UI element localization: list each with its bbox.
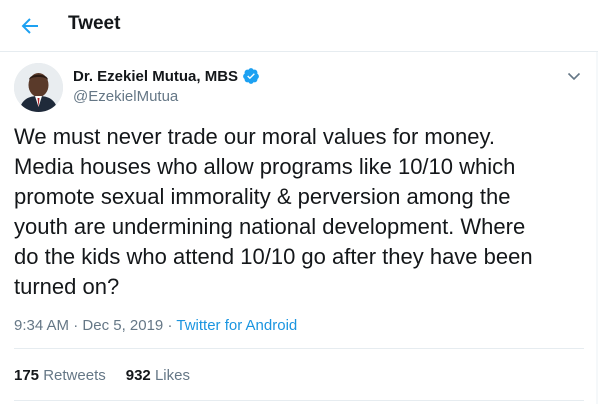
chevron-down-icon[interactable]: [566, 68, 582, 84]
verified-badge-icon: [243, 68, 259, 84]
author-name-text[interactable]: Dr. Ezekiel Mutua, MBS: [73, 68, 238, 85]
tweet-time[interactable]: 9:34 AM: [14, 317, 69, 334]
retweets-count: 175: [14, 367, 40, 384]
tweet-stats: 175 Retweets 932 Likes: [14, 367, 190, 384]
retweets-stat[interactable]: 175 Retweets: [14, 367, 106, 384]
tweet-meta: 9:34 AM · Dec 5, 2019 · Twitter for Andr…: [14, 317, 297, 334]
likes-count: 932: [125, 367, 151, 384]
tweet-text: We must never trade our moral values for…: [14, 124, 533, 299]
likes-label: Likes: [154, 367, 190, 384]
meta-separator: ·: [167, 317, 173, 334]
avatar[interactable]: [14, 63, 63, 112]
tweet-header: Tweet: [0, 0, 598, 52]
tweet-date[interactable]: Dec 5, 2019: [82, 317, 163, 334]
page-title: Tweet: [68, 13, 121, 34]
author-handle[interactable]: @EzekielMutua: [73, 88, 178, 105]
retweets-label: Retweets: [43, 367, 106, 384]
likes-stat[interactable]: 932 Likes: [126, 367, 190, 384]
divider: [14, 400, 584, 401]
divider: [14, 348, 584, 349]
author-name[interactable]: Dr. Ezekiel Mutua, MBS: [73, 67, 260, 85]
tweet-source-link[interactable]: Twitter for Android: [176, 317, 297, 334]
back-arrow-icon[interactable]: [18, 14, 42, 38]
meta-separator: ·: [73, 317, 79, 334]
